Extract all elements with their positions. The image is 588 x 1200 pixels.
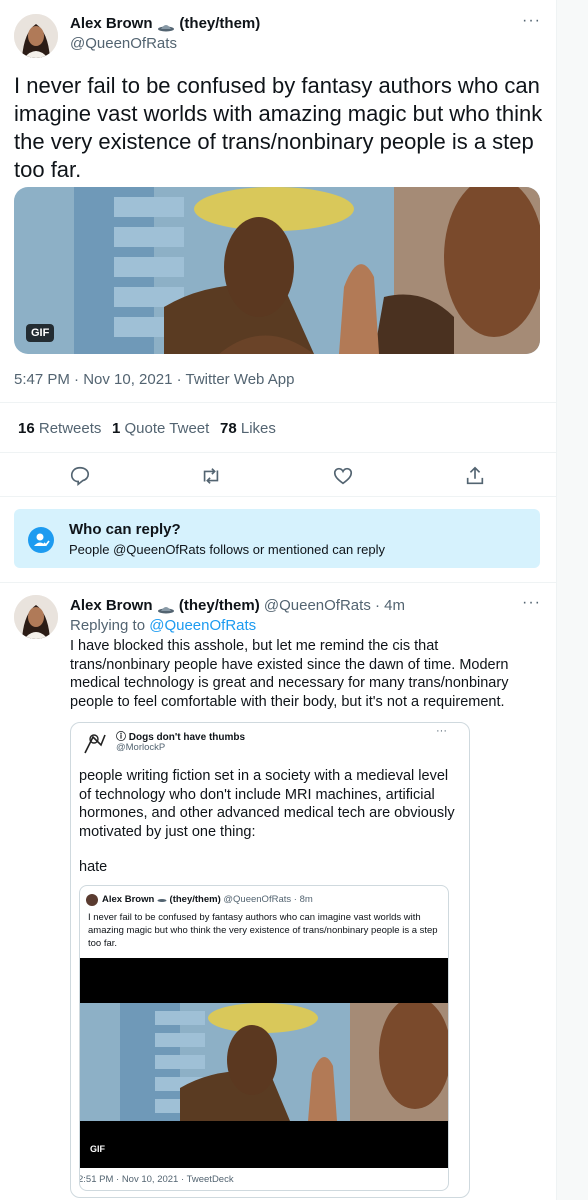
share-icon[interactable] (464, 465, 486, 487)
reply-restriction-notice: Who can reply? People @QueenOfRats follo… (14, 509, 540, 568)
quoted-handle: @MorlockP (116, 742, 166, 753)
reply-notice-title: Who can reply? (69, 521, 181, 538)
timeline-column: Alex Brown (they/them) @QueenOfRats ··· … (0, 0, 556, 1200)
retweets-count: 16 (18, 420, 35, 437)
inner-text: I never fail to be confused by fantasy a… (88, 912, 438, 949)
likes-stat[interactable]: 78 Likes (220, 420, 276, 437)
hat-icon (157, 19, 175, 32)
reply-text: I have blocked this asshole, but let me … (70, 638, 509, 710)
inner-author-name: Alex Brown (102, 894, 155, 905)
reply-more-icon[interactable]: ··· (522, 594, 541, 612)
author-name[interactable]: Alex Brown (70, 15, 153, 32)
retweet-icon[interactable] (200, 465, 222, 487)
hat-icon (157, 894, 167, 902)
quotes-label: Quote Tweet (124, 420, 210, 437)
retweets-label: Retweets (38, 420, 102, 437)
hat-icon (157, 601, 175, 614)
replying-to: Replying to @QueenOfRats (70, 617, 256, 634)
reply-notice-text: People @QueenOfRats follows or mentioned… (69, 542, 385, 557)
quoted-avatar (79, 727, 111, 759)
likes-label: Likes (240, 420, 276, 437)
inner-pronouns: (they/them) (169, 894, 221, 905)
reply-icon[interactable] (69, 465, 91, 487)
reply-time[interactable]: · 4m (375, 597, 405, 614)
gif-badge: GIF (26, 324, 55, 342)
quoted-more-icon: ··· (436, 725, 447, 737)
reply-author-row: Alex Brown (they/them) @QueenOfRats · 4m (70, 597, 405, 614)
right-sidebar (556, 0, 588, 1200)
inner-time: · 8m (293, 894, 313, 905)
replying-to-handle[interactable]: @QueenOfRats (149, 617, 256, 634)
quotes-stat[interactable]: 1 Quote Tweet (112, 420, 209, 437)
quoted-text: people writing fiction set in a society … (79, 768, 455, 840)
likes-count: 78 (220, 420, 237, 437)
inner-handle: @QueenOfRats (223, 894, 292, 905)
reply-author-handle[interactable]: @QueenOfRats (264, 597, 371, 614)
tweet-timestamp[interactable]: 5:47 PM · Nov 10, 2021 · Twitter Web App (14, 371, 294, 388)
quotes-count: 1 (112, 420, 121, 437)
inner-timestamp: 2:51 PM · Nov 10, 2021 · TweetDeck (79, 1174, 234, 1185)
author-pronouns: (they/them) (179, 15, 261, 32)
tweet-text: I never fail to be confused by fantasy a… (14, 73, 543, 182)
quoted-author-row: ⓘ Dogs don't have thumbs (116, 728, 245, 743)
like-icon[interactable] (332, 465, 354, 487)
mention-icon (28, 527, 54, 553)
retweets-stat[interactable]: 16 Retweets (18, 420, 101, 437)
author-handle[interactable]: @QueenOfRats (70, 35, 177, 52)
more-icon[interactable]: ··· (522, 12, 541, 30)
inner-author-row: Alex Brown (they/them) @QueenOfRats · 8m (102, 894, 313, 905)
quoted-text-2: hate (79, 859, 108, 875)
avatar[interactable] (14, 14, 58, 58)
inner-avatar (86, 894, 98, 906)
tweet-gif[interactable]: GIF (14, 187, 540, 354)
reply-author-name[interactable]: Alex Brown (70, 597, 153, 614)
inner-quote-card: Alex Brown (they/them) @QueenOfRats · 8m… (79, 885, 449, 1191)
inner-gif-badge: GIF (90, 1144, 105, 1154)
reply-author-pronouns: (they/them) (178, 597, 260, 614)
author-row: Alex Brown (they/them) (70, 15, 260, 33)
reply-avatar[interactable] (14, 595, 58, 639)
inner-gif: GIF (80, 958, 448, 1168)
quoted-tweet-card[interactable]: ⓘ Dogs don't have thumbs @MorlockP ··· p… (70, 722, 470, 1198)
replying-to-label: Replying to (70, 617, 146, 634)
